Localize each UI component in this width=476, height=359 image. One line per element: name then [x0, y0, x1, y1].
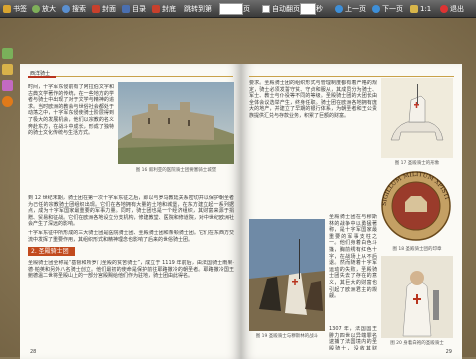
settings-icon[interactable] — [2, 80, 13, 91]
knight-caption: 图 17 圣殿骑士的形象 — [394, 161, 440, 166]
ratio-icon — [410, 4, 418, 13]
castle-caption: 图 16 叙利亚的医院骑士团要塞骑士城堡 — [135, 168, 217, 173]
exit-icon — [440, 4, 448, 13]
toolbar: 书签 放大 搜索 封面 目录 封底 跳转到第 页 自动翻页 秒 上一页 下一页 — [0, 0, 476, 18]
arrow-right-icon — [372, 4, 380, 13]
prev-label: 上一页 — [345, 4, 366, 13]
thumbnail-icon[interactable] — [2, 48, 13, 59]
white-robed-knight-image — [381, 256, 453, 338]
page-unit-label: 页 — [243, 2, 250, 15]
jump-to-text: 跳转到第 — [184, 4, 212, 13]
battle-painting — [249, 219, 325, 331]
section-heading: 2. 圣殿骑士团 — [28, 247, 75, 256]
search-button[interactable]: 搜索 — [62, 2, 86, 15]
ratio-label: 1:1 — [420, 4, 432, 13]
header-bar — [28, 76, 56, 78]
next-label: 下一页 — [382, 4, 403, 13]
body-text-lower: 十字军东征中所形成的三大骑士团是医院骑士团、圣殿骑士团和条顿骑士团。它们在东西方… — [28, 230, 234, 243]
castle-photo — [118, 82, 234, 164]
monk-caption: 图 20 身着白袍的圣殿骑士 — [390, 341, 444, 346]
list-icon — [122, 4, 130, 13]
header-rule — [249, 76, 454, 77]
knight-horse-image — [381, 78, 453, 158]
toc-label: 目录 — [132, 4, 146, 13]
exit-button[interactable]: 退出 — [440, 2, 464, 15]
zoom-in-icon — [32, 4, 40, 13]
body-text-top: 要求。圣殿骑士团的组织形式与管理制度都有着严格的规定，骑士必须发誓守贫、守贞和服… — [249, 80, 377, 119]
toc-button[interactable]: 目录 — [122, 2, 146, 15]
bookmark-button[interactable]: 书签 — [3, 2, 27, 15]
zoom-in-button[interactable]: 放大 — [32, 2, 56, 15]
next-page-button[interactable]: 下一页 — [372, 2, 403, 15]
actual-size-button[interactable]: 1:1 — [410, 2, 431, 15]
body-text-middle: 到 12 世纪末期，骑士团在第一次十字军东征之后，即以与罗马教廷关系密切并以保护… — [28, 195, 234, 228]
right-page[interactable]: 要求。圣殿骑士团的组织形式与管理制度都有着严格的规定，骑士必须发誓守贫、守贞和服… — [241, 64, 462, 359]
exit-label: 退出 — [450, 4, 464, 13]
cover-label: 封面 — [102, 4, 116, 13]
battle-caption: 图 19 圣殿骑士与穆斯林的战斗 — [255, 334, 319, 339]
seconds-unit-label: 秒 — [316, 2, 323, 15]
toolbox-icon[interactable] — [2, 64, 13, 75]
body-text-middle: 圣殿骑士团在与穆斯林的战争中以勇猛著称，是十字军国家最重要的军事支柱之一。他们身… — [329, 214, 377, 300]
autoplay-label: 自动翻页 — [272, 4, 300, 13]
page-number-right: 29 — [445, 349, 452, 355]
autoplay-toggle[interactable]: 自动翻页 — [262, 2, 300, 15]
back-cover-label: 封底 — [162, 4, 176, 13]
body-text-top: 时间，十字军东侵前有了阿拉伯文字和古典文学著作的传统，在一些地方的学者与骑士中出… — [28, 84, 114, 137]
bookmark-label: 书签 — [13, 4, 27, 13]
templar-seal-image: SIGILLUM MILITUM XPISTI — [381, 171, 451, 241]
open-book: 西洋骑士 时间，十字军东侵前有了阿拉伯文字和古典文学著作的传统，在一些地方的学者… — [20, 64, 462, 359]
seconds-input[interactable] — [300, 3, 316, 15]
cover-button[interactable]: 封面 — [92, 2, 116, 15]
seconds-unit-text: 秒 — [316, 4, 323, 13]
bookmark-icon — [3, 4, 11, 13]
info-icon[interactable] — [2, 96, 13, 107]
body-text-lower: 1307 年，法国国王腓力四世以异端罪名逮捕了法国境内的圣殿骑士，没收其财产。1… — [329, 326, 377, 350]
arrow-left-icon — [335, 4, 343, 13]
reader-stage: 西洋骑士 时间，十字军东侵前有了阿拉伯文字和古典文学著作的传统，在一些地方的学者… — [0, 18, 476, 359]
page-number-input[interactable] — [219, 3, 243, 15]
seal-caption: 图 18 圣殿骑士团的印章 — [392, 247, 442, 252]
back-cover-icon — [152, 4, 160, 13]
prev-page-button[interactable]: 上一页 — [335, 2, 366, 15]
cover-icon — [92, 4, 100, 13]
search-label: 搜索 — [72, 4, 86, 13]
zoom-in-label: 放大 — [42, 4, 56, 13]
page-number-left: 28 — [30, 349, 37, 355]
header-rule — [28, 76, 233, 77]
autoplay-checkbox[interactable] — [262, 4, 270, 13]
page-unit-text: 页 — [243, 4, 250, 13]
left-page[interactable]: 西洋骑士 时间，十字军东侵前有了阿拉伯文字和古典文学著作的传统，在一些地方的学者… — [20, 64, 241, 359]
jump-label: 跳转到第 — [184, 2, 212, 15]
body-text-section: 圣殿骑士团全称是“基督和所罗门圣殿的贫苦骑士”，成立于 1119 年前后，由法国… — [28, 260, 234, 280]
search-icon — [62, 4, 70, 13]
back-cover-button[interactable]: 封底 — [152, 2, 176, 15]
side-toolbar — [2, 48, 16, 112]
